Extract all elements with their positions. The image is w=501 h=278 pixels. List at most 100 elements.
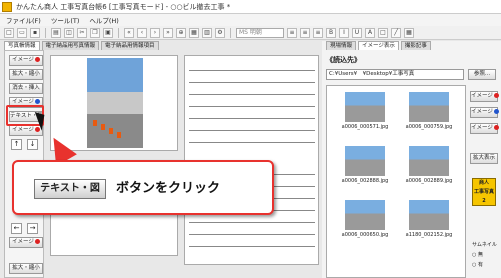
thumbnail-image: [409, 200, 449, 230]
red-dot-icon: [34, 239, 40, 244]
tab-photo-book-info[interactable]: 写真帳情報: [4, 41, 40, 50]
menu-file[interactable]: ファイル(F): [6, 15, 41, 25]
move-down-button[interactable]: ↓: [27, 139, 38, 150]
right-tabs: 現場情報 イメージ表示 撮影記事: [326, 41, 501, 50]
photo-frame-1[interactable]: [50, 55, 178, 151]
thumbnail-image: [409, 146, 449, 176]
folder-path-input[interactable]: C:¥Users¥ ¥Desktop¥工事写真: [326, 69, 464, 80]
move-right-button[interactable]: →: [27, 223, 38, 234]
menu-tools[interactable]: ツール(T): [51, 15, 80, 25]
new-icon[interactable]: □: [4, 27, 14, 38]
image-rotate-button-2[interactable]: イメージ: [470, 107, 499, 118]
image-button-1[interactable]: イメージ: [9, 55, 43, 66]
left-tabs: 写真帳情報 電子納品用写真情報 電子納品用情報項目: [4, 41, 159, 50]
ruled-line: [189, 130, 315, 131]
ruled-line: [189, 246, 315, 247]
paste-icon[interactable]: ▣: [103, 27, 113, 38]
toolbar-separator: [230, 27, 231, 38]
enlarge-shrink-button-bottom[interactable]: 拡大・縮小: [9, 263, 43, 274]
ruled-line: [189, 82, 315, 83]
red-dot-icon: [493, 93, 499, 98]
open-icon[interactable]: ▭: [17, 27, 27, 38]
ruled-line: [189, 70, 315, 71]
color-icon[interactable]: A: [365, 27, 375, 38]
move-up-button[interactable]: ↑: [11, 139, 22, 150]
image-button-3[interactable]: イメージ: [9, 125, 43, 136]
align-right-icon[interactable]: ≡: [313, 27, 323, 38]
cut-icon[interactable]: ✂: [77, 27, 87, 38]
red-dot-icon: [34, 127, 40, 132]
thumbnail-image: [345, 92, 385, 122]
blue-dot-icon: [493, 109, 499, 114]
save-icon[interactable]: ▪: [30, 27, 40, 38]
align-center-icon[interactable]: ≡: [300, 27, 310, 38]
align-left-icon[interactable]: ≡: [287, 27, 297, 38]
frame-icon[interactable]: □: [378, 27, 388, 38]
tab-site-info[interactable]: 現場情報: [326, 41, 357, 50]
grid-icon[interactable]: ▦: [189, 27, 199, 38]
enlarge-shrink-button[interactable]: 拡大・縮小: [9, 69, 43, 80]
bold-icon[interactable]: B: [326, 27, 336, 38]
prev-page-icon[interactable]: ‹: [137, 27, 147, 38]
cone-shape: [117, 132, 121, 138]
tab-image-display[interactable]: イメージ表示: [358, 41, 399, 50]
load-source-title: 《読込先》: [326, 56, 361, 64]
thumbnail-item[interactable]: a0006_000650.jpg: [335, 200, 395, 246]
image-button-4[interactable]: イメージ: [9, 237, 43, 248]
image-rotate-button-1[interactable]: イメージ: [470, 91, 499, 102]
enlarge-display-button[interactable]: 拡大表示: [470, 153, 498, 164]
callout-text: ボタンをクリック: [116, 181, 221, 196]
app-icon: [2, 1, 12, 12]
ruled-line: [189, 234, 315, 235]
ruled-line: [189, 94, 315, 95]
image-rotate-button-3[interactable]: イメージ: [470, 123, 499, 134]
font-select[interactable]: MS 明朝: [236, 27, 284, 38]
red-dot-icon: [34, 57, 40, 62]
ruled-line: [189, 118, 315, 119]
thumbnail-item[interactable]: a1180_002152.jpg: [399, 200, 459, 246]
zoom-icon[interactable]: ⊕: [176, 27, 186, 38]
thumbnail-label: サムネイル: [472, 242, 497, 248]
settings-icon[interactable]: ⚙: [215, 27, 225, 38]
tab-photo-notes[interactable]: 撮影記事: [400, 41, 431, 50]
move-left-button[interactable]: ←: [11, 223, 22, 234]
menu-bar: ファイル(F) ツール(T) ヘルプ(H): [0, 14, 501, 26]
radio-yes[interactable]: ○ 有: [472, 261, 483, 268]
thumbnail-image: [409, 92, 449, 122]
copy-icon[interactable]: ❐: [90, 27, 100, 38]
preview-icon[interactable]: ◫: [64, 27, 74, 38]
radio-none[interactable]: ○ 無: [472, 251, 483, 258]
next-page-icon[interactable]: ›: [150, 27, 160, 38]
table-icon[interactable]: ▦: [404, 27, 414, 38]
underline-icon[interactable]: U: [352, 27, 362, 38]
italic-icon[interactable]: I: [339, 27, 349, 38]
blue-dot-icon: [34, 99, 40, 104]
instruction-callout: テキスト・図 ボタンをクリック: [12, 160, 274, 215]
thumbnail-item[interactable]: a0006_000571.jpg: [335, 92, 395, 138]
ruled-line: [189, 142, 315, 143]
callout-button-image: テキスト・図: [34, 179, 106, 199]
ruled-line: [189, 222, 315, 223]
line-icon[interactable]: ╱: [391, 27, 401, 38]
delete-insert-button[interactable]: 消去・挿入: [9, 83, 43, 94]
product-badge: 商人 工事写真 2: [472, 178, 496, 206]
thumbnail-list[interactable]: a0006_000571.jpg a0006_000759.jpg a0006_…: [326, 85, 466, 278]
right-panel: 現場情報 イメージ表示 撮影記事 《読込先》 C:¥Users¥ ¥Deskto…: [322, 41, 501, 278]
window-title: かんたん商人 工事写真台帳6 [工事写真モード] - ○○ビル撤去工事 *: [16, 2, 231, 11]
browse-button[interactable]: 参照...: [468, 69, 496, 80]
tab-electronic-photo-info[interactable]: 電子納品用写真情報: [41, 41, 100, 50]
last-page-icon[interactable]: »: [163, 27, 173, 38]
first-page-icon[interactable]: «: [124, 27, 134, 38]
menu-help[interactable]: ヘルプ(H): [89, 15, 118, 25]
tab-electronic-items[interactable]: 電子納品用情報項目: [101, 41, 159, 50]
cone-shape: [109, 128, 113, 134]
toolbar: □ ▭ ▪ ▤ ◫ ✂ ❐ ▣ « ‹ › » ⊕ ▦ ▥ ⚙ MS 明朝 ≡ …: [0, 26, 501, 40]
thumbnail-item[interactable]: a0006_000759.jpg: [399, 92, 459, 138]
ruled-line: [189, 106, 315, 107]
thumbnail-image: [345, 146, 385, 176]
layout-icon[interactable]: ▥: [202, 27, 212, 38]
thumbnail-item[interactable]: a0006_002889.jpg: [399, 146, 459, 192]
title-bar: かんたん商人 工事写真台帳6 [工事写真モード] - ○○ビル撤去工事 *: [0, 0, 501, 14]
print-icon[interactable]: ▤: [51, 27, 61, 38]
thumbnail-item[interactable]: a0006_002888.jpg: [335, 146, 395, 192]
